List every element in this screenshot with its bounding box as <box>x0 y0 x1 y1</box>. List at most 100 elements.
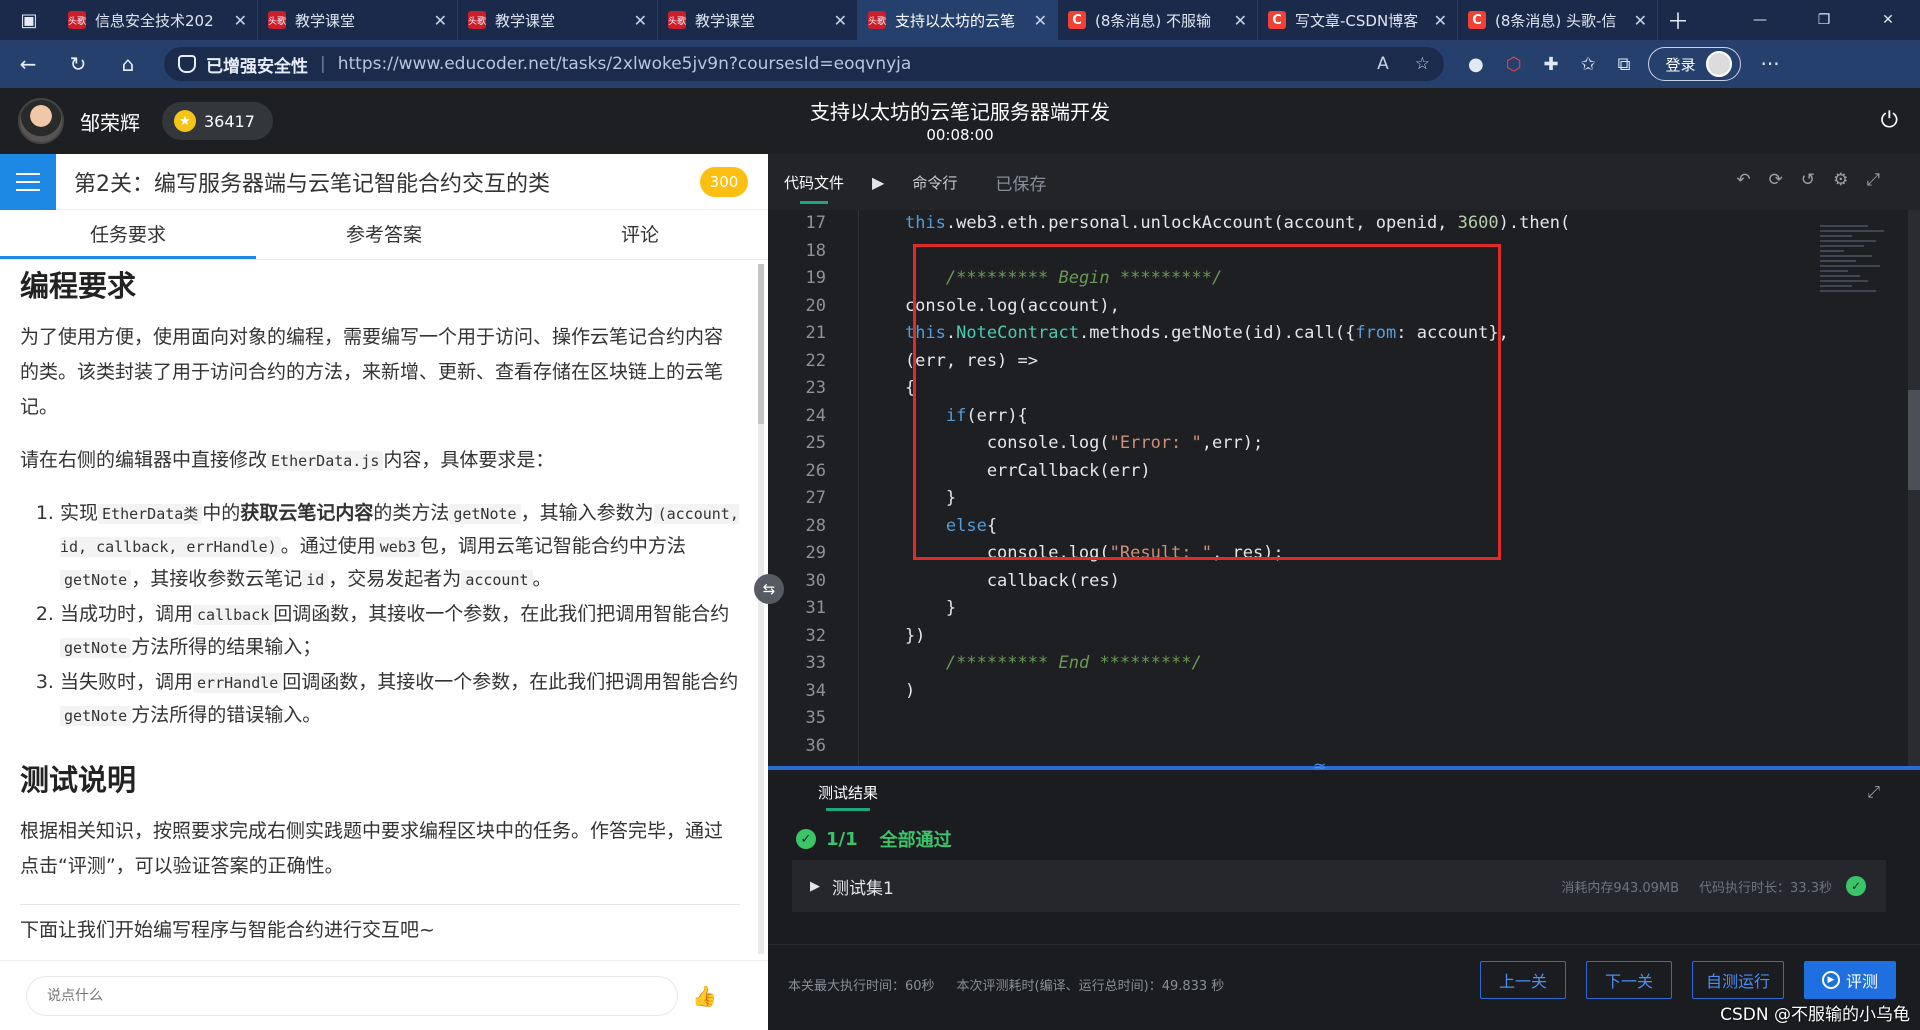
text: 实现 <box>60 502 99 524</box>
url-text[interactable]: https://www.educoder.net/tasks/2xlwoke5j… <box>338 54 912 74</box>
home-icon[interactable]: ⌂ <box>106 42 150 86</box>
close-tab-icon[interactable]: ✕ <box>834 11 847 30</box>
settings-icon[interactable]: ⚙ <box>1833 170 1848 190</box>
score-badge: 300 <box>700 166 748 197</box>
browser-tab[interactable]: 头歌 教学课堂 ✕ <box>258 0 458 40</box>
editor-tools: ↶ ⟳ ↺ ⚙ ⤢ <box>1736 170 1880 190</box>
heading-test: 测试说明 <box>20 763 137 797</box>
browser-tab[interactable]: 头歌 教学课堂 ✕ <box>458 0 658 40</box>
text: 回调函数，其接收一个参数，在此我们把调用智能合约 <box>282 671 739 693</box>
editor-scrollbar[interactable] <box>1908 210 1920 766</box>
line-number: 34 <box>805 680 826 701</box>
eval-time: 本次评测耗时(编译、运行总时间)：49.833 秒 <box>956 979 1225 994</box>
tab-actions-icon[interactable]: ▣ <box>0 0 58 40</box>
menu-button[interactable] <box>0 153 56 210</box>
new-tab-button[interactable]: ＋ <box>1658 0 1698 40</box>
close-tab-icon[interactable]: ✕ <box>1434 11 1447 30</box>
login-label: 登录 <box>1665 55 1696 74</box>
login-button[interactable]: 登录 <box>1648 47 1741 81</box>
test-set-row[interactable]: ▶ 测试集1 消耗内存943.09MB 代码执行时长：33.3秒 ✓ <box>792 860 1886 912</box>
adblock-icon[interactable]: ⬡ <box>1506 54 1522 75</box>
play-icon[interactable]: ▶ <box>872 173 884 192</box>
close-tab-icon[interactable]: ✕ <box>1634 11 1647 30</box>
code-minimap[interactable] <box>1820 222 1900 332</box>
tab-command-line[interactable]: 命令行 <box>896 154 973 210</box>
stage-title: 第2关：编写服务器端与云笔记智能合约交互的类 <box>74 171 550 197</box>
task-content: 编程要求 为了使用方便，使用面向对象的编程，需要编写一个用于访问、操作云笔记合约… <box>20 264 740 960</box>
tab-reference-answer[interactable]: 参考答案 <box>256 210 512 259</box>
favorites-icon[interactable]: ✩ <box>1581 54 1596 75</box>
expand-icon[interactable]: ⤢ <box>1867 782 1880 802</box>
shield-icon[interactable] <box>178 55 196 73</box>
panel-resize-handle[interactable]: ⇆ <box>754 574 784 604</box>
minimize-icon[interactable]: — <box>1728 0 1792 40</box>
pass-summary: ✓ 1/1 全部通过 <box>796 826 952 852</box>
tab-requirements[interactable]: 任务要求 <box>0 210 256 259</box>
close-tab-icon[interactable]: ✕ <box>434 11 447 30</box>
memory-usage: 消耗内存943.09MB <box>1561 880 1680 896</box>
check-icon: ✓ <box>796 829 816 849</box>
browser-tab[interactable]: 头歌 教学课堂 ✕ <box>658 0 858 40</box>
stage-header: 第2关：编写服务器端与云笔记智能合约交互的类 300 <box>0 153 768 210</box>
left-scrollbar[interactable] <box>758 264 764 954</box>
fullscreen-icon[interactable]: ⤢ <box>1866 170 1880 190</box>
close-tab-icon[interactable]: ✕ <box>1034 11 1047 30</box>
extensions-icon[interactable]: ✚ <box>1543 54 1558 75</box>
evaluate-button[interactable]: ▶ 评测 <box>1804 961 1896 999</box>
divider: | <box>320 54 326 74</box>
prev-level-button[interactable]: 上一关 <box>1480 961 1566 999</box>
refresh-icon[interactable]: ↻ <box>56 42 100 86</box>
csdn-favicon-icon: C <box>1068 11 1086 29</box>
add-favorite-icon[interactable]: ☆ <box>1415 54 1430 74</box>
read-aloud-icon[interactable]: A <box>1377 54 1389 74</box>
tab-code-files[interactable]: 代码文件 <box>768 154 860 210</box>
line-number: 21 <box>805 323 826 343</box>
csdn-favicon-icon: C <box>1468 11 1486 29</box>
inline-code: account <box>461 570 533 590</box>
max-time: 本关最大执行时间：60秒 <box>788 979 935 994</box>
undo-icon[interactable]: ↶ <box>1736 170 1750 190</box>
text: ，交易发起者为 <box>328 568 462 590</box>
heading-programming: 编程要求 <box>20 269 137 303</box>
more-icon[interactable]: ··· <box>1761 52 1780 76</box>
code-line: }) <box>864 625 926 646</box>
history-icon[interactable]: ↺ <box>1801 170 1815 190</box>
next-level-button[interactable]: 下一关 <box>1586 961 1672 999</box>
line-number: 24 <box>805 405 826 426</box>
close-tab-icon[interactable]: ✕ <box>634 11 647 30</box>
gutter-divider <box>858 210 859 766</box>
back-icon[interactable]: ← <box>6 42 50 86</box>
tab-comments[interactable]: 评论 <box>512 210 768 259</box>
line-number: 20 <box>805 295 826 316</box>
tab-label: 教学课堂 <box>495 11 556 30</box>
maximize-icon[interactable]: ❐ <box>1792 0 1856 40</box>
browser-tab[interactable]: 头歌 信息安全技术202 ✕ <box>58 0 258 40</box>
browser-tab[interactable]: C (8条消息) 头歌-信 ✕ <box>1458 0 1658 40</box>
code-line: callback(res) <box>864 570 1120 591</box>
collections-icon[interactable]: ⧉ <box>1618 54 1631 75</box>
tab-test-results[interactable]: 测试结果 <box>818 782 878 811</box>
close-tab-icon[interactable]: ✕ <box>1234 11 1247 30</box>
reload-icon[interactable]: ⟳ <box>1769 170 1783 190</box>
browser-tab[interactable]: 头歌 支持以太坊的云笔 ✕ <box>858 0 1058 40</box>
expand-arrow-icon[interactable]: ▶ <box>810 879 820 894</box>
divider <box>20 904 740 905</box>
power-icon[interactable]: ⏻ <box>1881 108 1898 133</box>
evaluate-label: 评测 <box>1845 972 1878 991</box>
inline-code: id <box>302 570 329 590</box>
security-label: 已增强安全性 <box>206 56 308 77</box>
task-tabs: 任务要求 参考答案 评论 <box>0 210 768 260</box>
like-icon[interactable]: 👍 <box>692 984 717 1008</box>
browser-tab[interactable]: C 写文章-CSDN博客 ✕ <box>1258 0 1458 40</box>
self-test-button[interactable]: 自测运行 <box>1692 961 1784 999</box>
address-bar[interactable]: 已增强安全性 | https://www.educoder.net/tasks/… <box>164 47 1444 81</box>
close-window-icon[interactable]: ✕ <box>1856 0 1920 40</box>
extension-icon[interactable]: ● <box>1468 54 1484 75</box>
tab-label: 支持以太坊的云笔 <box>895 11 1016 30</box>
browser-tab[interactable]: C (8条消息) 不服输 ✕ <box>1058 0 1258 40</box>
code-editor[interactable]: 17 18 19 20 21 22 23 24 25 26 27 28 29 30 31 32 33 34 35 36… <box>768 210 1920 766</box>
line-number: 22 <box>805 350 826 371</box>
comment-input[interactable] <box>26 975 678 1016</box>
close-tab-icon[interactable]: ✕ <box>234 11 247 30</box>
